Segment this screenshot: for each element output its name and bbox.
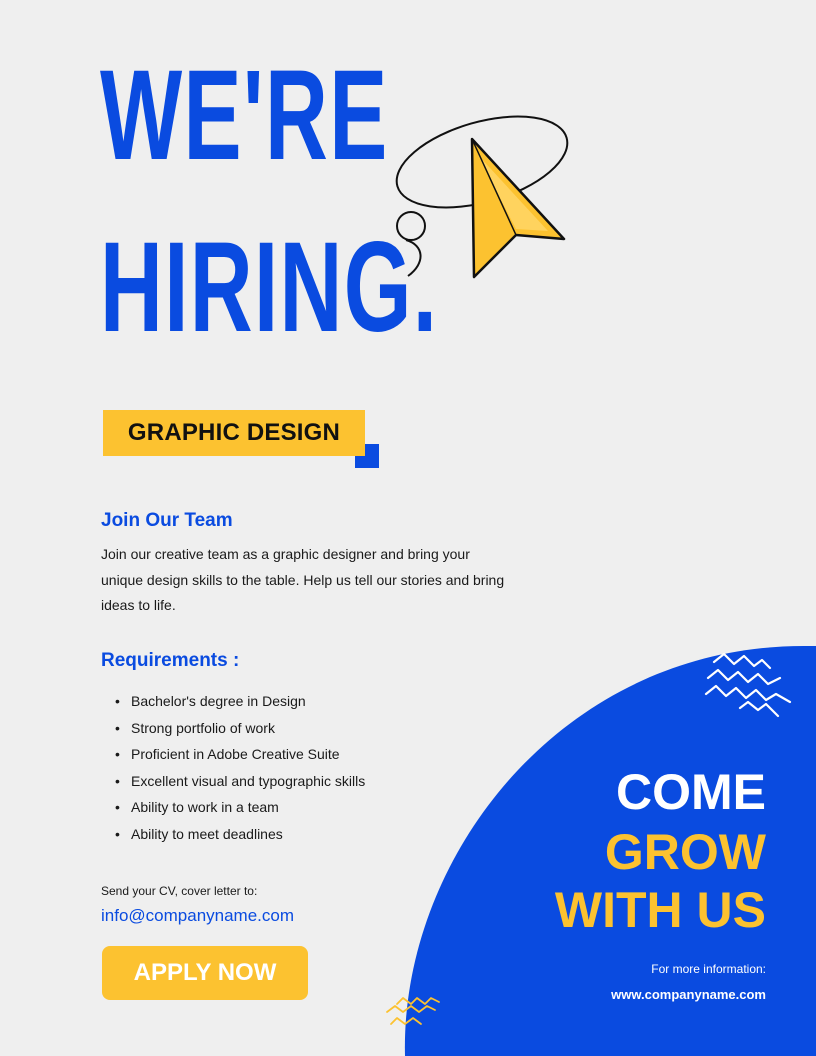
zigzag-icon	[704, 652, 792, 718]
list-item: • Proficient in Adobe Creative Suite	[115, 746, 340, 762]
list-item: • Excellent visual and typographic skills	[115, 772, 366, 789]
cta-line-1: COME	[616, 764, 766, 820]
join-text: Join our creative team as a graphic desi…	[101, 546, 505, 613]
list-item-text: Strong portfolio of work	[131, 719, 275, 736]
send-cv-text: Send your CV, cover letter to:	[101, 884, 258, 898]
requirements-list: • Bachelor's degree in Design • Strong por…	[101, 688, 365, 847]
list-item: • Ability to work in a team	[115, 799, 279, 815]
email-link[interactable]: info@companyname.com	[101, 906, 294, 926]
list-item-text: Excellent visual and typographic skills	[131, 772, 366, 789]
cta-line-2: GROW	[604, 824, 766, 880]
headline-line-1: WE'RE	[100, 44, 389, 187]
list-item-text: Bachelor's degree in Design	[131, 693, 306, 709]
list-item-text: Proficient in Adobe Creative Suite	[131, 746, 340, 762]
position-tag: GRAPHIC DESIGN	[103, 410, 365, 456]
list-item: • Bachelor's degree in Design	[115, 693, 306, 709]
zigzag-icon	[386, 997, 440, 1025]
more-info-text: For more information:	[651, 962, 766, 976]
cta-line-3: WITH US	[554, 882, 766, 938]
apply-now-button[interactable]: APPLY NOW	[102, 946, 308, 1000]
list-item-text: Ability to meet deadlines	[131, 825, 283, 842]
list-item-text: Ability to work in a team	[131, 799, 279, 815]
cursor-arrow-icon	[395, 115, 569, 279]
list-item: • Ability to meet deadlines	[115, 825, 283, 842]
requirements-title: Requirements :	[101, 650, 240, 671]
website-link[interactable]: www.companyname.com	[611, 987, 766, 1002]
join-title: Join Our Team	[101, 510, 233, 531]
list-item: • Strong portfolio of work	[115, 719, 275, 736]
